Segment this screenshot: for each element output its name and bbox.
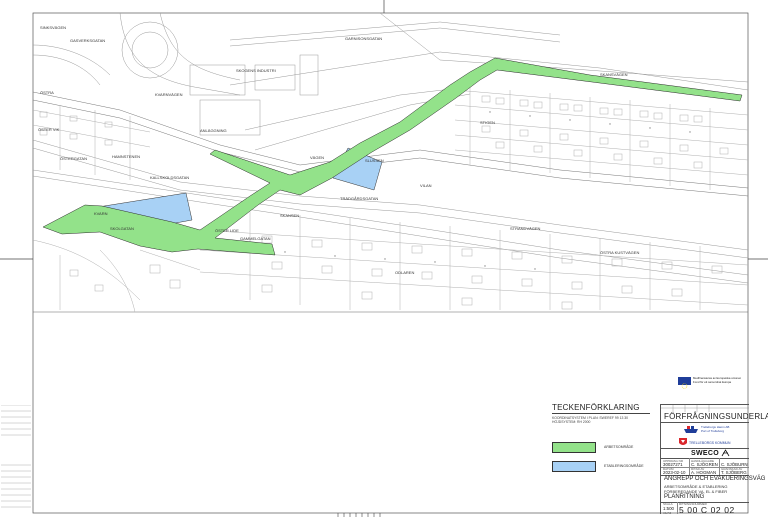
map-label: SKOGENS INDUSTRI bbox=[236, 68, 276, 73]
project-title: ANGREPP OCH EVAKUERINGSVÄG bbox=[664, 476, 766, 482]
map-label: STRANDVÄGEN bbox=[510, 226, 541, 231]
tb-divider bbox=[661, 422, 749, 423]
eu-text-2: Fond för ett samordnat Europa bbox=[693, 380, 732, 384]
revision-lines bbox=[1, 404, 31, 508]
legend-item-arbetsomrade: ARBETSOMRÅDE bbox=[552, 442, 652, 453]
legend-swatch-blue bbox=[552, 461, 596, 472]
map-label: STIGEN bbox=[480, 120, 495, 125]
eu-stars bbox=[681, 383, 688, 389]
legend-label: ETABLERINGSOMRÅDE bbox=[604, 464, 644, 468]
client-2-name: TRELLEBORGS KOMMUN bbox=[689, 441, 731, 445]
map-label: ANLÄGGNING bbox=[200, 128, 227, 133]
drawing-number: 5 00 C 02 02 bbox=[679, 505, 735, 515]
map-label: ODLAREN bbox=[395, 270, 415, 275]
map-label: SLUSSEN bbox=[365, 158, 384, 163]
sweco-mark-icon bbox=[721, 449, 730, 457]
client-1-sub: Port of Trelleborg bbox=[701, 429, 725, 433]
consultant-logo: SWECO bbox=[691, 450, 719, 457]
legend-title: TECKENFÖRKLARING bbox=[552, 403, 640, 412]
legend-swatch-green bbox=[552, 442, 596, 453]
map-label: ÖSTRA KUSTVÄGEN bbox=[600, 250, 640, 255]
drawing-sheet: SINKSVÄGEN GASVERKSGATAN GARNISONSGATAN … bbox=[0, 0, 768, 517]
map-label: ÖSTER LIDE bbox=[215, 228, 239, 233]
map-label: ÖSTERGATAN bbox=[60, 156, 87, 161]
map-label: HAMNSTENEN bbox=[112, 154, 141, 159]
title-block-header-lines bbox=[661, 405, 749, 412]
legend-label: ARBETSOMRÅDE bbox=[604, 445, 634, 449]
map-label: GARNISONSGATAN bbox=[345, 36, 383, 41]
legend: TECKENFÖRKLARING KOORDINATSYSTEM I PLAN:… bbox=[552, 403, 652, 508]
tb-vdivider bbox=[719, 458, 720, 475]
map-label: KVARN bbox=[94, 211, 108, 216]
tb-divider bbox=[661, 448, 749, 449]
map-label: VILAN bbox=[420, 183, 432, 188]
coat-of-arms-icon bbox=[679, 438, 687, 445]
map-label: KALLSKOLDSGATAN bbox=[150, 175, 190, 180]
map-label: SKOLGATAN bbox=[110, 226, 134, 231]
map-label: GAMMELGATAN bbox=[240, 236, 271, 241]
tb-vdivider bbox=[689, 458, 690, 475]
map-label: SINKSVÄGEN bbox=[40, 25, 67, 30]
eu-flag-icon bbox=[678, 377, 691, 389]
map-label: VÄGEN bbox=[310, 155, 325, 160]
base-map bbox=[33, 13, 748, 312]
legend-rule bbox=[552, 413, 650, 414]
client-logo-kommun: TRELLEBORGS KOMMUN bbox=[679, 438, 747, 447]
map-canvas bbox=[0, 0, 768, 517]
map-label: SKANSEN bbox=[280, 213, 300, 218]
map-label: KVARNVÄGEN bbox=[155, 92, 183, 97]
map-label: TRÄDGÅRDSGATAN bbox=[340, 196, 379, 201]
field-scale-sub: A1/A3 bbox=[663, 511, 672, 515]
legend-item-etablering: ETABLERINGSOMRÅDE bbox=[552, 461, 652, 472]
eu-funding-logo: Medfinansieras av Europeiska unionen Fon… bbox=[678, 376, 746, 389]
title-block: FÖRFRÅGNINGSUNDERLAG Trelleborgs Hamn AB… bbox=[660, 404, 768, 515]
arbetsomrade-corridor bbox=[42, 57, 743, 256]
document-status: FÖRFRÅGNINGSUNDERLAG bbox=[664, 412, 768, 421]
map-label: ÖSTRA bbox=[40, 90, 54, 95]
map-label: GASVERKSGATAN bbox=[70, 38, 106, 43]
drawing-type: PLANRITNING bbox=[664, 494, 705, 500]
revision-list bbox=[1, 404, 31, 513]
map-label: SKANSVÄGEN bbox=[600, 72, 628, 77]
tb-vdivider bbox=[677, 502, 678, 514]
bottom-ticks bbox=[337, 513, 381, 517]
legend-height-system: HÖJDSYSTEM: RH 2000 bbox=[552, 420, 591, 424]
map-label: ÖSTER VIK bbox=[38, 127, 60, 132]
ship-icon bbox=[684, 426, 698, 433]
client-logo-hamn: Trelleborgs Hamn AB Port of Trelleborg bbox=[683, 425, 733, 435]
